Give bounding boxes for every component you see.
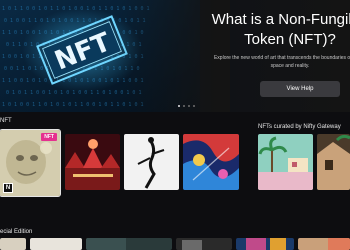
special-edition-tile[interactable] (176, 238, 232, 250)
carousel-dot[interactable] (178, 105, 180, 107)
section-title-nifty-gateway: NFTs curated by Nifty Gateway (258, 124, 341, 130)
section-title-nft: NFT (0, 118, 12, 124)
nft-tile[interactable] (65, 134, 120, 190)
nft-tile-featured[interactable]: NFT N (0, 129, 61, 197)
hero-banner[interactable]: 1 0 1 1 0 0 1 0 1 1 0 1 0 0 1 0 1 1 0 1 … (0, 0, 350, 112)
nft-artwork (317, 134, 350, 190)
special-edition-tile[interactable] (86, 238, 172, 250)
nft-artwork (258, 134, 313, 190)
nft-artwork (298, 238, 350, 250)
carousel-dot[interactable] (193, 105, 195, 107)
view-help-button[interactable]: View Help (260, 81, 340, 97)
nft-artwork (124, 134, 179, 190)
nft-artwork (30, 238, 82, 250)
special-edition-tile[interactable] (30, 238, 82, 250)
nft-artwork (86, 238, 172, 250)
carousel-dot[interactable] (188, 105, 190, 107)
nft-artwork (65, 134, 120, 190)
special-edition-tile[interactable] (0, 238, 26, 250)
nft-badge: NFT (41, 133, 57, 141)
hero-title: What is a Non-Fungible Token (NFT)? (211, 11, 350, 48)
special-edition-tile[interactable] (298, 238, 350, 250)
nft-tile[interactable] (183, 134, 239, 190)
nft-artwork (183, 134, 239, 190)
section-title-special-edition: ecial Edition (0, 229, 33, 235)
nft-tile-curated[interactable] (258, 134, 313, 190)
nft-tile[interactable] (124, 134, 179, 190)
nifty-logo-icon: N (3, 183, 13, 193)
nft-artwork (176, 238, 232, 250)
nft-artwork (0, 238, 26, 250)
hero-subtitle: Explore the new world of art that transc… (213, 55, 350, 69)
carousel-dot[interactable] (183, 105, 185, 107)
nft-tile-curated[interactable] (317, 134, 350, 190)
carousel-indicator (178, 105, 195, 107)
special-edition-tile[interactable] (236, 238, 294, 250)
nft-artwork (236, 238, 294, 250)
